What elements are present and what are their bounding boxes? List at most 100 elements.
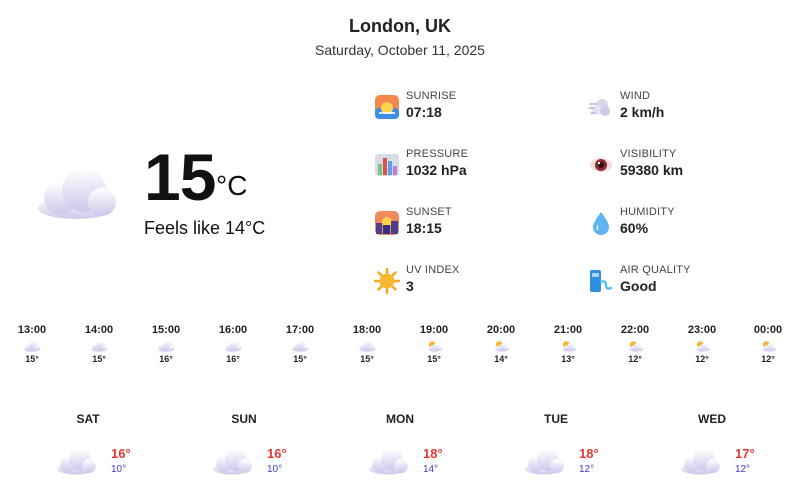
daily-item: SUN 16° 10° [211,410,321,480]
metric-value: 3 [406,278,414,294]
day-name: SAT [76,412,100,426]
day-low-temp: 10° [111,464,127,475]
metric-label: VISIBILITY [620,148,677,160]
hourly-item: 21:00 13° [545,324,591,364]
cloud-icon [90,339,108,353]
partly-cloudy-icon [759,339,777,353]
current-temperature: 15 [144,140,216,214]
metric-sunrise: SUNRISE 07:18 [374,90,554,130]
temperature-unit: °C [216,170,248,201]
sunrise-icon [375,95,399,119]
hour-time: 14:00 [84,324,114,336]
metric-pressure: PRESSURE 1032 hPa [374,148,554,188]
hourly-item: 16:00 16° [210,324,256,364]
hour-time: 21:00 [553,324,583,336]
hour-temp: 15° [92,354,106,364]
metric-value: Good [620,278,657,294]
pressure-icon [375,154,399,176]
cloud-icon [224,339,242,353]
metric-air-quality: AIR QUALITY Good [588,264,768,304]
cloud-icon [211,446,253,476]
day-name: SUN [231,412,257,426]
daily-item: WED 17° 12° [679,410,789,480]
sunset-icon [375,211,399,235]
eye-icon [590,158,612,172]
city-name: London, UK [349,16,451,36]
hourly-item: 20:00 14° [478,324,524,364]
metric-sunset: SUNSET 18:15 [374,206,554,246]
metric-label: PRESSURE [406,148,469,160]
hour-temp: 16° [159,354,173,364]
hour-temp: 14° [494,354,508,364]
hourly-item: 19:00 15° [411,324,457,364]
metric-value: 07:18 [406,104,442,120]
metric-label: AIR QUALITY [620,264,691,276]
hourly-item: 14:00 15° [76,324,122,364]
metric-uv-index: UV INDEX 3 [374,264,554,304]
hourly-forecast: 13:00 15° 14:00 15° 15:00 16° 16:00 16° … [0,324,800,374]
partly-cloudy-icon [626,339,644,353]
metric-label: HUMIDITY [620,206,675,218]
current-date: Saturday, October 11, 2025 [315,42,485,58]
day-high-temp: 16° [111,446,131,461]
feels-like: Feels like 14°C [144,218,266,238]
hour-time: 00:00 [753,324,783,336]
hour-time: 13:00 [17,324,47,336]
hour-temp: 15° [25,354,39,364]
hour-time: 17:00 [285,324,315,336]
cloud-icon [523,446,565,476]
day-low-temp: 14° [423,464,439,475]
metric-value: 59380 km [620,162,684,178]
hour-temp: 12° [628,354,642,364]
daily-item: TUE 18° 12° [523,410,633,480]
metric-value: 1032 hPa [406,162,467,178]
hour-temp: 12° [761,354,775,364]
metric-wind: WIND 2 km/h [588,90,768,130]
day-low-temp: 10° [267,464,283,475]
cloud-icon [291,339,309,353]
cloud-icon [367,446,409,476]
hourly-item: 22:00 12° [612,324,658,364]
hour-temp: 15° [293,354,307,364]
daily-item: SAT 16° 10° [55,410,165,480]
hour-temp: 16° [226,354,240,364]
day-name: TUE [544,412,568,426]
droplet-icon [593,212,609,235]
day-high-temp: 18° [579,446,599,461]
current-weather: 15 °C Feels like 14°C [34,140,334,250]
cloud-icon [157,339,175,353]
metric-humidity: HUMIDITY 60% [588,206,768,246]
hour-temp: 12° [695,354,709,364]
hour-time: 19:00 [419,324,449,336]
cloud-icon [679,446,721,476]
hour-temp: 13° [561,354,575,364]
sun-icon [374,268,400,294]
wind-icon [588,99,610,116]
location-header: London, UK Saturday, October 11, 2025 [0,14,800,58]
hour-time: 18:00 [352,324,382,336]
metric-value: 60% [620,220,649,236]
hourly-item: 15:00 16° [143,324,189,364]
partly-cloudy-icon [492,339,510,353]
hour-temp: 15° [360,354,374,364]
hour-time: 16:00 [218,324,248,336]
hour-time: 22:00 [620,324,650,336]
day-name: MON [386,412,414,426]
day-low-temp: 12° [735,464,751,475]
day-high-temp: 18° [423,446,443,461]
metric-visibility: VISIBILITY 59380 km [588,148,768,188]
partly-cloudy-icon [425,339,443,353]
hourly-item: 17:00 15° [277,324,323,364]
metric-value: 2 km/h [620,104,665,120]
metric-label: SUNRISE [406,90,457,102]
partly-cloudy-icon [559,339,577,353]
hour-time: 15:00 [151,324,181,336]
daily-item: MON 18° 14° [367,410,477,480]
air-quality-icon [590,270,613,292]
cloud-icon [23,339,41,353]
hourly-item: 13:00 15° [9,324,55,364]
metric-label: SUNSET [406,206,452,218]
day-name: WED [698,412,726,426]
cloud-icon [34,164,118,220]
metric-label: UV INDEX [406,264,460,276]
